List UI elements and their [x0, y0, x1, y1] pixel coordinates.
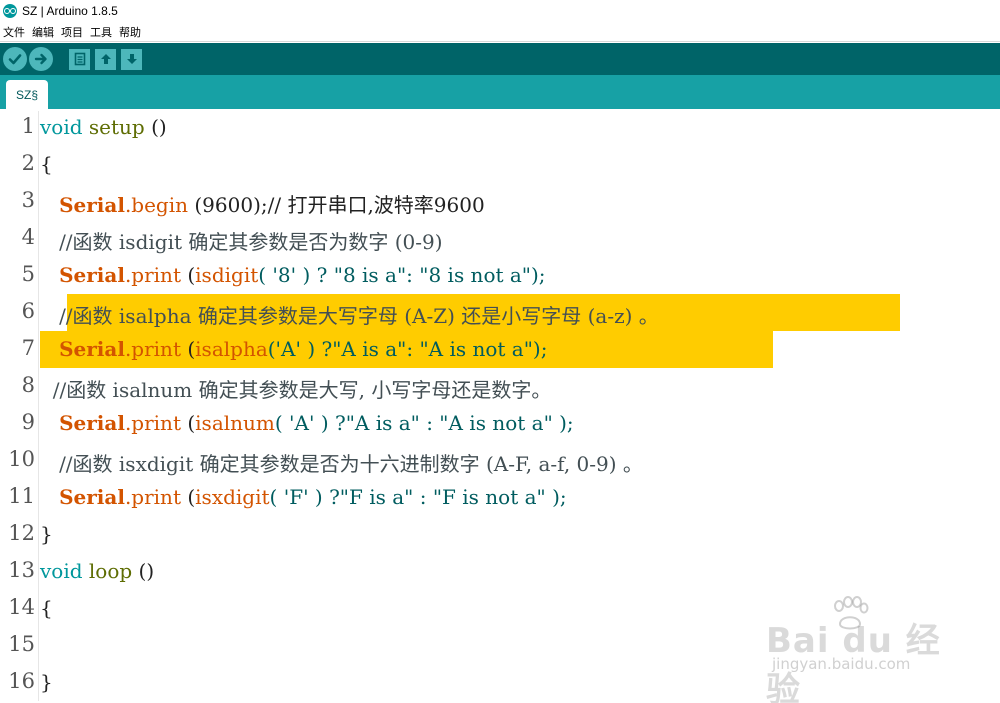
arrow-up-icon: [100, 54, 111, 64]
code-text: {: [40, 596, 53, 620]
code-text: //函数 isxdigit 确定其参数是否为十六进制数字 (A-F, a-f, …: [40, 452, 643, 476]
line-number: 10: [8, 447, 35, 471]
arrow-right-icon: [34, 53, 47, 65]
code-line[interactable]: 6 //函数 isalpha 确定其参数是大写字母 (A-Z) 还是小写字母 (…: [0, 294, 1000, 331]
code-line[interactable]: 11 Serial.print (isxdigit( 'F' ) ?"F is …: [0, 479, 1000, 516]
line-number: 8: [21, 373, 35, 397]
line-number: 14: [8, 595, 35, 619]
line-number: 13: [8, 558, 35, 582]
tab-sz[interactable]: SZ§: [6, 80, 48, 109]
line-number: 3: [21, 188, 35, 212]
code-line[interactable]: 8 //函数 isalnum 确定其参数是大写, 小写字母还是数字。: [0, 368, 1000, 405]
menu-file[interactable]: 文件: [0, 24, 29, 40]
line-number: 16: [8, 669, 35, 693]
line-number: 6: [21, 299, 35, 323]
menu-edit[interactable]: 编辑: [29, 24, 58, 40]
line-number: 9: [21, 410, 35, 434]
code-text: Serial.print (isxdigit( 'F' ) ?"F is a" …: [59, 485, 567, 509]
code-text: //函数 isalnum 确定其参数是大写, 小写字母还是数字。: [40, 378, 552, 402]
new-sketch-button[interactable]: [69, 48, 90, 70]
line-number: 12: [8, 521, 35, 545]
open-sketch-button[interactable]: [95, 48, 116, 70]
code-line[interactable]: 10 //函数 isxdigit 确定其参数是否为十六进制数字 (A-F, a-…: [0, 442, 1000, 479]
window-title: SZ | Arduino 1.8.5: [22, 4, 118, 18]
code-text: }: [40, 522, 53, 546]
title-bar: SZ | Arduino 1.8.5: [0, 0, 1000, 22]
line-number: 5: [21, 262, 35, 286]
code-text: void loop (): [40, 559, 155, 583]
code-text: Serial.print (isalnum( 'A' ) ?"A is a" :…: [59, 411, 574, 435]
code-line[interactable]: 13 void loop (): [0, 553, 1000, 590]
code-text: //函数 isalpha 确定其参数是大写字母 (A-Z) 还是小写字母 (a-…: [40, 304, 659, 328]
watermark: Bai du 经验 jingyan.baidu.com: [762, 596, 952, 703]
menu-sketch[interactable]: 项目: [58, 24, 87, 40]
code-line[interactable]: 9 Serial.print (isalnum( 'A' ) ?"A is a"…: [0, 405, 1000, 442]
code-text: {: [40, 152, 53, 176]
upload-button[interactable]: [29, 47, 53, 71]
menu-bar: 文件 编辑 项目 工具 帮助: [0, 22, 1000, 42]
code-text: Serial.begin (9600);// 打开串口,波特率9600: [59, 193, 485, 217]
code-text: //函数 isdigit 确定其参数是否为数字 (0-9): [40, 230, 443, 254]
arrow-down-icon: [126, 54, 137, 64]
verify-button[interactable]: [3, 47, 27, 71]
code-line[interactable]: 2{: [0, 146, 1000, 183]
code-line[interactable]: 12}: [0, 516, 1000, 553]
tab-bar: SZ§: [0, 75, 1000, 109]
menu-tools[interactable]: 工具: [87, 24, 116, 40]
code-text: Serial.print (isdigit( '8' ) ? "8 is a":…: [59, 263, 546, 287]
line-number: 1: [21, 114, 35, 138]
new-file-icon: [74, 52, 85, 66]
code-line[interactable]: 5 Serial.print (isdigit( '8' ) ? "8 is a…: [0, 257, 1000, 294]
line-number: 15: [8, 632, 35, 656]
code-text: void setup (): [40, 115, 167, 139]
gutter-divider: [38, 111, 39, 701]
code-line[interactable]: 3 Serial.begin (9600);// 打开串口,波特率9600: [0, 183, 1000, 220]
line-number: 4: [21, 225, 35, 249]
code-text: Serial.print (isalpha('A' ) ?"A is a": "…: [59, 337, 548, 361]
save-sketch-button[interactable]: [121, 48, 142, 70]
watermark-url: jingyan.baidu.com: [772, 655, 911, 673]
line-number: 11: [8, 484, 35, 508]
line-number: 2: [21, 151, 35, 175]
code-line[interactable]: 1 void setup (): [0, 109, 1000, 146]
code-line[interactable]: 7 Serial.print (isalpha('A' ) ?"A is a":…: [0, 331, 1000, 368]
arduino-logo-icon: [3, 4, 17, 18]
toolbar: [0, 43, 1000, 75]
menu-help[interactable]: 帮助: [116, 24, 145, 40]
check-icon: [8, 54, 22, 65]
code-text: }: [40, 670, 53, 694]
code-line[interactable]: 4 //函数 isdigit 确定其参数是否为数字 (0-9): [0, 220, 1000, 257]
line-number: 7: [21, 336, 35, 360]
